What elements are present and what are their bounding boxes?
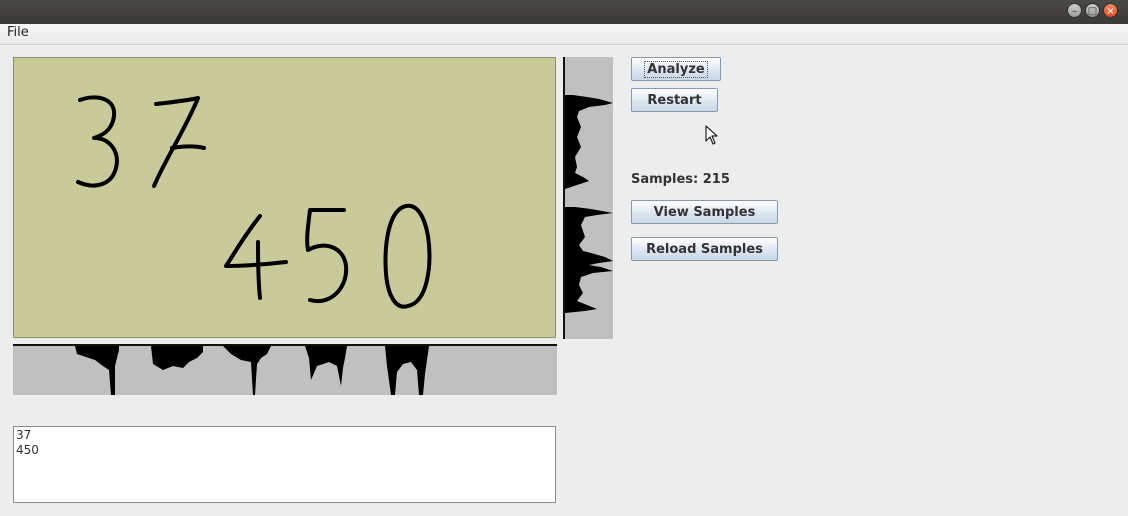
drawing-canvas[interactable]: [13, 57, 556, 338]
vertical-histogram: [563, 57, 613, 339]
analyze-button[interactable]: Analyze: [631, 57, 721, 81]
menu-file[interactable]: File: [7, 25, 29, 40]
horizontal-histogram: [13, 344, 557, 395]
analyze-button-label: Analyze: [644, 60, 708, 78]
samples-count-label: Samples: 215: [631, 172, 730, 187]
maximize-icon[interactable]: □: [1085, 3, 1100, 18]
menu-bar: File: [0, 24, 1128, 45]
window-titlebar: – □ ×: [0, 0, 1128, 24]
result-line: 450: [16, 443, 39, 457]
result-line: 37: [16, 428, 32, 442]
result-text-area[interactable]: 37 450: [13, 426, 556, 503]
minimize-icon[interactable]: –: [1067, 3, 1082, 18]
close-icon[interactable]: ×: [1103, 3, 1118, 18]
reload-samples-button[interactable]: Reload Samples: [631, 237, 778, 261]
mouse-cursor-icon: [705, 125, 719, 149]
restart-button[interactable]: Restart: [631, 88, 718, 112]
view-samples-button[interactable]: View Samples: [631, 200, 778, 224]
handwritten-strokes: [76, 95, 432, 309]
